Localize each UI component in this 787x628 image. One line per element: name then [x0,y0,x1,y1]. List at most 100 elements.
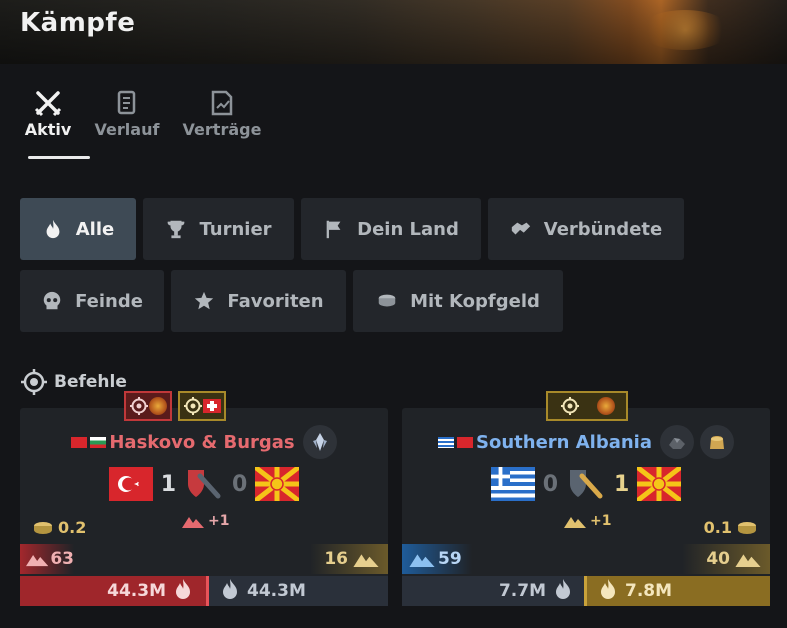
battle-card-southern-albania[interactable]: Southern Albania 0 1 +1 0.1 59 40 7.7M 7… [402,391,770,606]
bonus-value: +1 [208,513,230,529]
filter-mit-kopfgeld[interactable]: Mit Kopfgeld [353,270,563,332]
mountain-icon [353,554,379,567]
tab-aktiv[interactable]: Aktiv [22,88,74,139]
target-icon [560,397,579,415]
star-icon [195,291,214,310]
tab-label: Verträge [182,120,262,139]
battle-title: Haskovo & Burgas [20,425,388,459]
fire-icon [597,578,619,605]
north-macedonia-flag-icon [637,467,682,501]
coins-icon [738,521,756,534]
albania-flag-icon [457,436,473,448]
score-row: 1 0 [20,466,388,502]
order-tags [124,391,226,421]
mountain-icon [182,517,204,528]
defender-damage: 7.8M [587,576,770,606]
left-strip: 59 [402,544,472,574]
damage-bar: 7.7M 7.8M [402,576,770,606]
fire-icon [172,578,194,605]
fire-icon [219,578,241,605]
chip-label: Dein Land [357,218,459,240]
left-strip: 63 [20,544,74,574]
tab-bar: Aktiv Verlauf Verträge [20,88,282,139]
battle-card-haskovo[interactable]: Haskovo & Burgas 1 0 0.2 +1 63 16 44.3M [20,391,388,606]
skull-icon [43,291,61,310]
chip-label: Feinde [75,290,143,312]
mountain-icon [409,554,435,567]
bulgaria-flag-icon [90,436,107,448]
defender-score: 1 [614,471,630,497]
order-tags [546,391,628,421]
target-icon [130,397,148,415]
region-name: Haskovo & Burgas [109,431,295,453]
strip-value: 40 [706,549,730,569]
chip-label: Turnier [199,218,272,240]
defender-score: 0 [232,471,248,497]
bounty-coin-icon [149,397,167,415]
wall-bonus: +1 [178,513,229,529]
grain-resource-icon [700,425,734,459]
filter-favoriten[interactable]: Favoriten [171,270,346,332]
strip-value: 63 [50,549,74,569]
greece-flag-icon [490,467,535,501]
attacker-rate: 0.2 [28,518,86,537]
shield-sword-icon [188,470,221,499]
filter-turnier[interactable]: Turnier [143,198,294,260]
handshake-icon [511,222,530,235]
target-icon [184,397,202,415]
damage-value: 7.8M [625,581,673,601]
flag-icon [326,220,341,239]
defender-rate: 0.1 [704,518,762,537]
right-strip: 16 [310,544,388,574]
coins-icon [34,521,52,534]
crossed-swords-icon [34,91,62,117]
rate-value: 0.1 [703,518,732,537]
defender-damage: 44.3M [209,576,388,606]
tab-vertraege[interactable]: Verträge [180,88,264,139]
damage-value: 44.3M [247,581,306,601]
score-row: 0 1 [402,466,770,502]
order-tag-ally[interactable] [546,391,628,421]
scroll-icon [117,90,136,115]
attacker-damage: 44.3M [20,576,209,606]
chip-label: Favoriten [227,290,324,312]
trophy-icon [168,220,185,239]
flame-icon [46,219,60,239]
wall-bonus: +1 [560,513,611,529]
strip-value: 16 [324,549,348,569]
tab-label: Verlauf [94,120,160,139]
filter-alle[interactable]: Alle [20,198,136,260]
section-befehle: Befehle [20,368,127,396]
filter-dein-land[interactable]: Dein Land [301,198,481,260]
chip-label: Verbündete [543,218,663,240]
turkey-flag-icon [108,467,153,501]
damage-value: 7.7M [498,581,546,601]
fire-icon [552,578,574,605]
damage-bar: 44.3M 44.3M [20,576,388,606]
section-title: Befehle [54,372,127,392]
order-tag-enemy[interactable] [124,391,172,421]
turkey-flag-icon [71,436,88,448]
mountain-icon [735,554,761,567]
filter-feinde[interactable]: Feinde [20,270,164,332]
crystal-resource-icon [302,425,337,459]
attacker-score: 0 [542,471,558,497]
page-title: Kämpfe [20,8,136,38]
tab-label: Aktiv [24,120,72,139]
header-banner: Kämpfe [0,0,787,64]
north-macedonia-flag-icon [255,467,300,501]
right-strip: 40 [682,544,770,574]
order-tag-ally[interactable] [178,391,226,421]
mountain-icon [564,517,586,528]
coins-icon [378,294,396,307]
coal-resource-icon [660,425,694,459]
chip-label: Mit Kopfgeld [410,290,540,312]
tab-verlauf[interactable]: Verlauf [92,88,162,139]
greece-flag-icon [438,436,454,448]
damage-value: 44.3M [107,581,166,601]
rate-value: 0.2 [58,518,87,537]
chip-label: Alle [75,218,115,240]
switzerland-flag-icon [203,399,221,413]
contract-icon [211,90,233,116]
filter-verbuendete[interactable]: Verbündete [488,198,684,260]
